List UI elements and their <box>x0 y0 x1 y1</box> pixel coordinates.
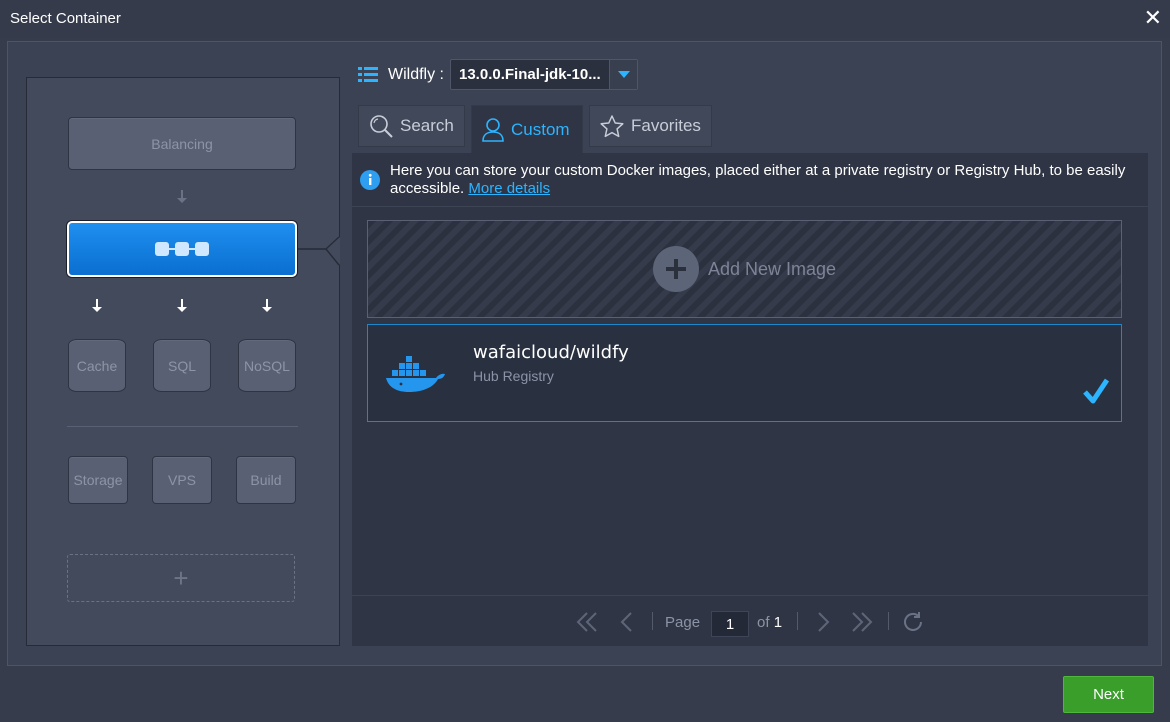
app-server-nodes-icon <box>155 242 209 256</box>
sql-button[interactable]: SQL <box>153 339 211 392</box>
tab-label: Custom <box>511 120 570 139</box>
add-node-button[interactable]: + <box>67 554 295 602</box>
info-bar: Here you can store your custom Docker im… <box>352 153 1148 207</box>
tab-custom[interactable]: Custom <box>471 105 583 154</box>
star-icon <box>600 114 624 138</box>
stack-header: Wildfly : 13.0.0.Final-jdk-10... <box>358 59 638 90</box>
add-new-image-label: Add New Image <box>707 258 837 279</box>
arrow-down-icon <box>261 299 273 313</box>
next-page-icon[interactable] <box>814 610 834 634</box>
panel-connector <box>298 236 340 266</box>
checkmark-icon <box>1083 378 1110 409</box>
separator <box>797 612 798 630</box>
image-registry: Hub Registry <box>473 368 554 384</box>
user-icon <box>482 118 504 142</box>
tab-favorites[interactable]: Favorites <box>589 105 712 147</box>
cache-button[interactable]: Cache <box>68 339 126 392</box>
plus-icon <box>652 246 699 292</box>
separator <box>652 612 653 630</box>
info-icon <box>360 170 380 195</box>
arrow-down-icon <box>91 299 103 313</box>
image-row[interactable]: wafaicloud/wildfy Hub Registry <box>367 324 1122 422</box>
page-number-input[interactable] <box>711 611 749 637</box>
chevron-down-icon[interactable] <box>609 60 637 89</box>
close-icon[interactable]: ✕ <box>1144 6 1162 30</box>
last-page-icon[interactable] <box>849 610 875 634</box>
page-label: Page <box>665 614 701 631</box>
tab-label: Favorites <box>631 116 701 135</box>
plus-icon: + <box>173 562 189 593</box>
stack-icon <box>358 66 378 82</box>
image-name: wafaicloud/wildfy <box>473 342 629 363</box>
refresh-icon[interactable] <box>900 610 926 634</box>
balancing-button[interactable]: Balancing <box>68 117 296 170</box>
add-new-image-button[interactable]: Add New Image <box>367 220 1122 318</box>
stack-label: Wildfly : <box>388 65 444 83</box>
docker-icon <box>385 349 445 398</box>
tab-search[interactable]: Search <box>358 105 465 147</box>
title-bar: Select Container ✕ <box>0 0 1170 38</box>
dialog-title: Select Container <box>10 10 121 27</box>
prev-page-icon[interactable] <box>616 610 636 634</box>
app-server-button[interactable] <box>67 221 297 277</box>
build-button[interactable]: Build <box>236 456 296 504</box>
arrow-down-icon <box>176 190 188 204</box>
version-value: 13.0.0.Final-jdk-10... <box>459 66 601 83</box>
first-page-icon[interactable] <box>574 610 600 634</box>
total-pages: 1 <box>773 614 783 631</box>
divider <box>67 426 298 427</box>
version-select[interactable]: 13.0.0.Final-jdk-10... <box>450 59 638 90</box>
arrow-down-icon <box>176 299 188 313</box>
next-button[interactable]: Next <box>1063 676 1154 713</box>
pagination-bar: Page of 1 <box>352 595 1148 646</box>
more-details-link[interactable]: More details <box>468 180 550 197</box>
separator <box>888 612 889 630</box>
storage-button[interactable]: Storage <box>68 456 128 504</box>
search-icon <box>369 114 393 138</box>
nosql-button[interactable]: NoSQL <box>238 339 296 392</box>
vps-button[interactable]: VPS <box>152 456 212 504</box>
tab-label: Search <box>400 116 454 135</box>
custom-images-panel: Here you can store your custom Docker im… <box>352 153 1148 646</box>
page-of-label: of 1 <box>757 614 783 631</box>
